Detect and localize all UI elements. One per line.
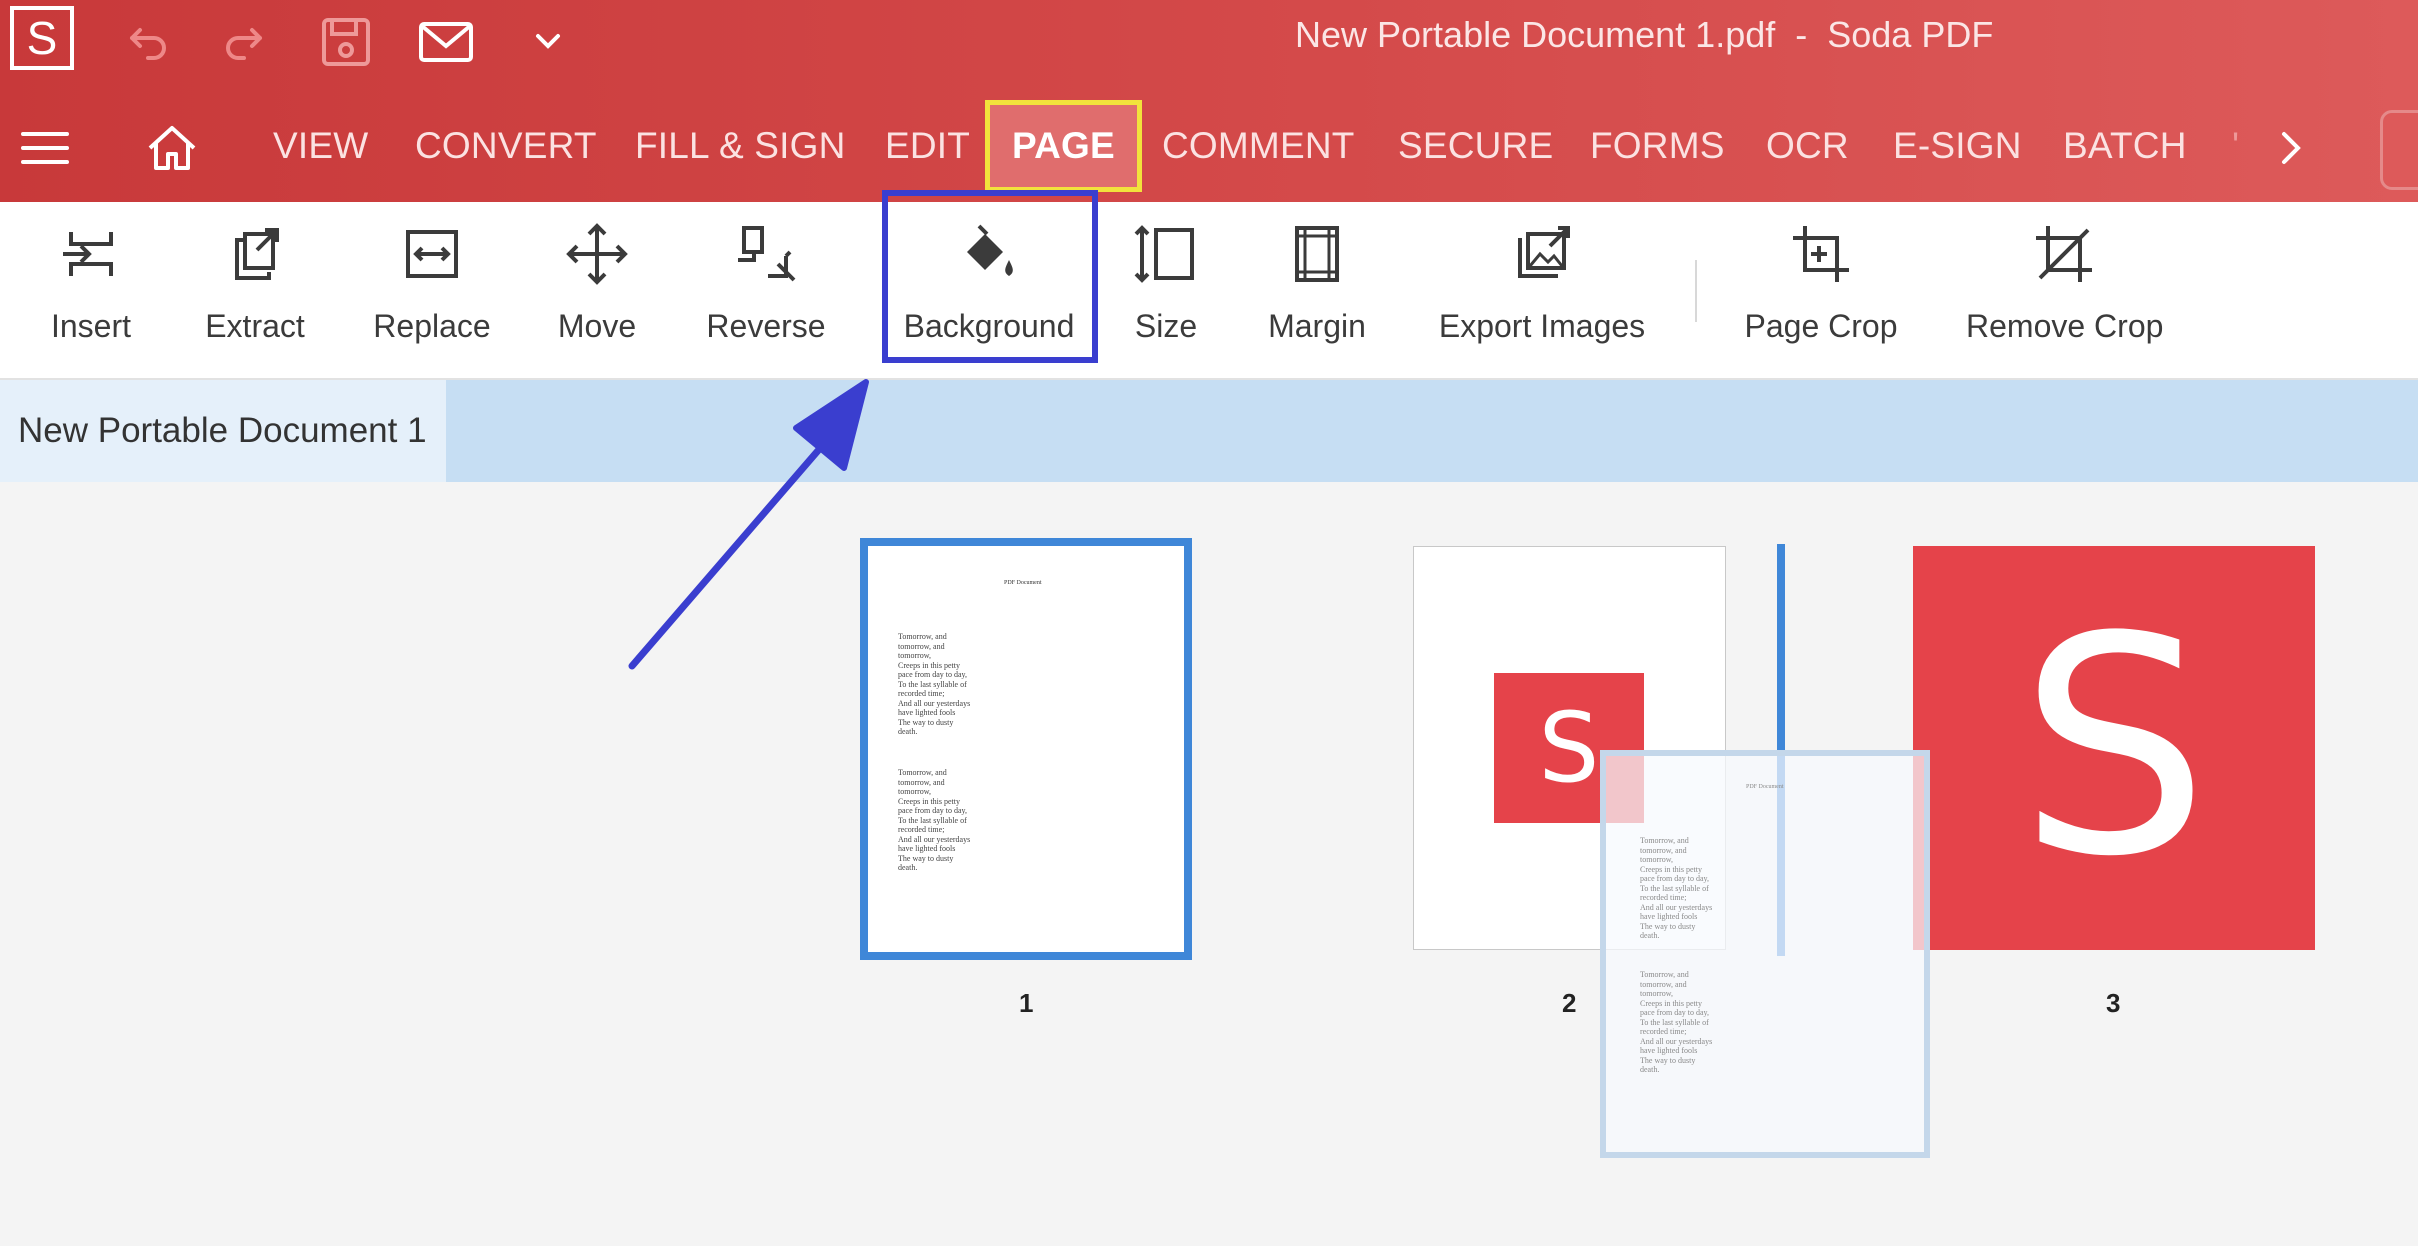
export-images-label: Export Images: [1438, 308, 1646, 344]
page-crop-label: Page Crop: [1744, 308, 1898, 344]
background-label: Background: [903, 308, 1075, 344]
menu-comment[interactable]: COMMENT: [1162, 125, 1355, 167]
document-tab-strip: New Portable Document 1: [0, 380, 2418, 482]
search-box-edge[interactable]: [2380, 110, 2418, 190]
remove-crop-label: Remove Crop: [1966, 308, 2164, 344]
extract-label: Extract: [205, 308, 305, 344]
undo-icon[interactable]: [118, 14, 174, 70]
save-icon[interactable]: [318, 14, 374, 70]
home-icon[interactable]: [146, 124, 198, 172]
margin-button[interactable]: Margin: [1262, 222, 1372, 345]
move-label: Move: [557, 308, 637, 344]
page-1-heading: PDF Document: [1004, 580, 1042, 586]
menu-page[interactable]: PAGE: [985, 100, 1142, 192]
document-tab[interactable]: New Portable Document 1: [0, 380, 446, 482]
crop-icon: [1793, 226, 1849, 282]
ghost-page-paragraph-1: Tomorrow, and tomorrow, and tomorrow, Cr…: [1640, 836, 1713, 940]
menu-e-sign[interactable]: E-SIGN: [1893, 125, 2022, 167]
window-title: New Portable Document 1.pdf - Soda PDF: [1295, 14, 1994, 55]
menu-convert[interactable]: CONVERT: [415, 125, 597, 167]
size-button[interactable]: Size: [1128, 222, 1204, 345]
replace-icon: [406, 230, 458, 278]
extract-button[interactable]: Extract: [200, 222, 310, 345]
redo-icon[interactable]: [218, 14, 274, 70]
margin-label: Margin: [1268, 308, 1366, 344]
menu-overflow-text: ': [2232, 125, 2240, 166]
size-label: Size: [1134, 308, 1198, 344]
replace-button[interactable]: Replace: [372, 222, 492, 345]
page-crop-button[interactable]: Page Crop: [1744, 222, 1898, 345]
dragged-page-ghost[interactable]: PDF Document Tomorrow, and tomorrow, and…: [1600, 750, 1930, 1158]
export-images-button[interactable]: Export Images: [1434, 222, 1650, 345]
page-1-paragraph-1: Tomorrow, and tomorrow, and tomorrow, Cr…: [898, 632, 971, 736]
menu-bar: VIEW CONVERT FILL & SIGN EDIT PAGE COMME…: [0, 80, 2418, 202]
export-image-icon: [1518, 226, 1570, 278]
remove-crop-icon: [2036, 226, 2092, 282]
margin-icon: [1295, 226, 1339, 282]
page-number-2: 2: [1562, 988, 1577, 1018]
page-ribbon: Insert Extract Replace Move Reverse Back…: [0, 202, 2418, 380]
chevron-right-icon[interactable]: [2272, 128, 2308, 168]
page-thumbnail-3[interactable]: S: [1913, 546, 2315, 950]
soda-pdf-logo[interactable]: S: [10, 6, 74, 70]
reverse-button[interactable]: Reverse: [706, 222, 826, 345]
paint-bucket-icon: [967, 224, 1013, 276]
page-number-1: 1: [1019, 988, 1034, 1018]
ghost-page-heading: PDF Document: [1746, 784, 1784, 790]
menu-ocr[interactable]: OCR: [1766, 125, 1849, 167]
mail-icon[interactable]: [418, 14, 474, 70]
page-size-icon: [1134, 225, 1194, 283]
move-button[interactable]: Move: [552, 222, 642, 345]
extract-icon: [235, 228, 279, 280]
insert-label: Insert: [50, 308, 132, 344]
move-icon: [566, 223, 628, 285]
title-bar: S New Portable Document 1.pdf - Soda PDF: [0, 0, 2418, 80]
replace-label: Replace: [373, 308, 491, 344]
insert-button[interactable]: Insert: [46, 222, 136, 345]
menu-forms[interactable]: FORMS: [1590, 125, 1725, 167]
annotation-arrow-icon: [628, 379, 869, 670]
page-1-paragraph-2: Tomorrow, and tomorrow, and tomorrow, Cr…: [898, 768, 971, 872]
menu-fill-sign[interactable]: FILL & SIGN: [635, 125, 846, 167]
background-button[interactable]: Background: [894, 222, 1084, 345]
page-number-3: 3: [2106, 988, 2121, 1018]
reverse-icon: [738, 226, 796, 282]
ghost-page-paragraph-2: Tomorrow, and tomorrow, and tomorrow, Cr…: [1640, 970, 1713, 1074]
menu-secure[interactable]: SECURE: [1398, 125, 1553, 167]
remove-crop-button[interactable]: Remove Crop: [1966, 222, 2164, 345]
soda-logo-large: S: [2018, 573, 2210, 922]
menu-batch[interactable]: BATCH: [2063, 125, 2187, 167]
menu-edit[interactable]: EDIT: [885, 125, 970, 167]
page-thumbnail-1[interactable]: PDF Document Tomorrow, and tomorrow, and…: [860, 538, 1192, 960]
reverse-label: Reverse: [706, 308, 826, 344]
chevron-down-icon[interactable]: [520, 14, 576, 70]
hamburger-menu-icon[interactable]: [20, 130, 70, 166]
menu-view[interactable]: VIEW: [273, 125, 368, 167]
ribbon-separator: [1695, 260, 1697, 322]
insert-icon: [63, 232, 113, 276]
